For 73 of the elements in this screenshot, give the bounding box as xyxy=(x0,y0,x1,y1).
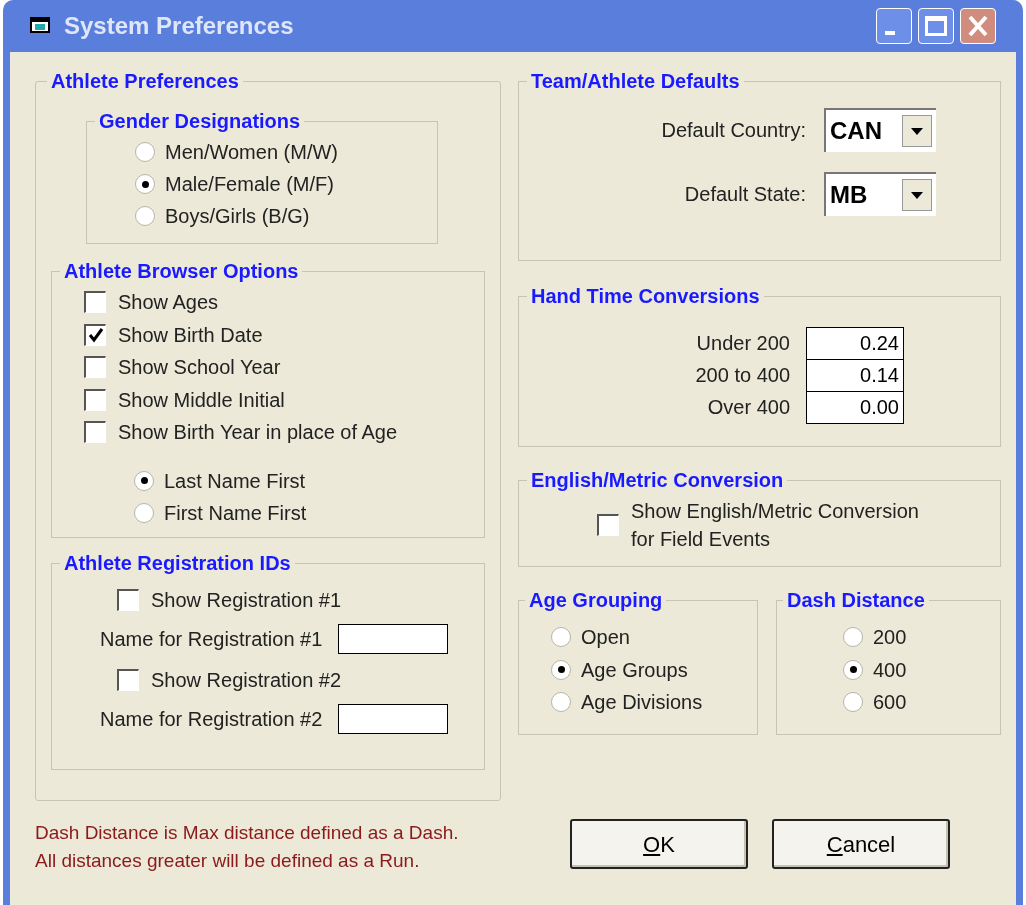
checkbox[interactable] xyxy=(117,589,139,611)
radio-label: 200 xyxy=(873,625,907,651)
note-text: Dash Distance is Max distance defined as a Dash. xyxy=(35,821,460,845)
checkbox-label: Show Registration #2 xyxy=(151,668,342,693)
checkbox-label: Show Birth Date xyxy=(118,322,263,348)
checkbox-label: Show Birth Year in place of Age xyxy=(118,420,398,446)
radio-button[interactable] xyxy=(135,142,155,162)
group-title: Hand Time Conversions xyxy=(530,284,761,309)
group-title: Team/Athlete Defaults xyxy=(530,69,741,94)
input-field[interactable] xyxy=(338,624,449,654)
radio-label: Male/Female (M/F) xyxy=(165,172,334,197)
radio-label: First Name First xyxy=(164,500,307,526)
checkbox[interactable] xyxy=(84,388,106,411)
input-field[interactable] xyxy=(338,704,449,734)
close-icon xyxy=(968,15,988,37)
window-title: System Preferences xyxy=(64,11,295,41)
radio-label: Age Divisions xyxy=(581,690,703,716)
radio-label: Age Groups xyxy=(581,657,688,683)
group-title: Athlete Preferences xyxy=(50,69,240,94)
input-field[interactable]: 0.00 xyxy=(806,390,904,424)
radio-button[interactable] xyxy=(843,627,863,648)
input-field[interactable]: 0.14 xyxy=(806,358,904,392)
radio-button[interactable] xyxy=(134,470,154,491)
field-label: Default State: xyxy=(684,182,806,207)
radio-label: Boys/Girls (B/G) xyxy=(165,204,310,229)
checkbox-label: Show Ages xyxy=(118,290,219,316)
group-title: Age Grouping xyxy=(528,588,664,613)
checkbox[interactable] xyxy=(117,669,139,691)
radio-button[interactable] xyxy=(134,502,154,523)
note-text: All distances greater will be defined as a Run. xyxy=(35,849,421,873)
maximize-button[interactable] xyxy=(918,8,954,44)
input-field[interactable]: 0.24 xyxy=(806,326,904,360)
checkbox[interactable] xyxy=(84,291,106,314)
field-label: 200 to 400 xyxy=(695,363,790,388)
group-title: English/Metric Conversion xyxy=(530,468,785,493)
radio-button[interactable] xyxy=(135,174,155,194)
close-button[interactable] xyxy=(960,8,996,44)
radio-button[interactable] xyxy=(843,659,863,680)
radio-button[interactable] xyxy=(135,206,155,226)
group-title: Athlete Browser Options xyxy=(63,259,300,284)
checkbox[interactable] xyxy=(84,323,106,346)
field-label: Name for Registration #2 xyxy=(100,707,323,732)
radio-label: Last Name First xyxy=(164,468,306,494)
radio-button[interactable] xyxy=(843,692,863,713)
field-label: Default Country: xyxy=(661,118,806,143)
radio-button[interactable] xyxy=(551,659,571,680)
checkbox-label: Show Middle Initial xyxy=(118,387,285,413)
radio-label: 400 xyxy=(873,657,907,683)
ok-button[interactable]: OK xyxy=(570,819,748,869)
checkbox[interactable] xyxy=(84,356,106,379)
radio-label: Open xyxy=(581,625,630,651)
radio-button[interactable] xyxy=(551,627,571,648)
cancel-button[interactable]: Cancel xyxy=(772,819,950,869)
radio-button[interactable] xyxy=(551,692,571,713)
window-icon xyxy=(30,16,52,36)
checkbox[interactable] xyxy=(84,421,106,444)
dropdown[interactable]: MB xyxy=(824,172,936,216)
checkbox-label: Show School Year xyxy=(118,355,281,381)
checkbox[interactable] xyxy=(597,514,619,536)
radio-label: 600 xyxy=(873,690,907,716)
group-title: Dash Distance xyxy=(786,588,926,613)
group-title: Athlete Registration IDs xyxy=(63,551,292,576)
field-label: Name for Registration #1 xyxy=(100,627,323,652)
minimize-icon xyxy=(885,31,895,35)
dropdown[interactable]: CAN xyxy=(824,108,936,152)
minimize-button[interactable] xyxy=(876,8,912,44)
field-label: Under 200 xyxy=(696,331,790,356)
checkbox-label: Show Registration #1 xyxy=(151,588,342,613)
radio-label: Men/Women (M/W) xyxy=(165,140,338,165)
group-title: Gender Designations xyxy=(98,109,302,134)
checkbox-label: Show English/Metric Conversion for Field Events xyxy=(631,499,920,552)
field-label: Over 400 xyxy=(707,395,790,420)
maximize-icon xyxy=(925,16,947,36)
